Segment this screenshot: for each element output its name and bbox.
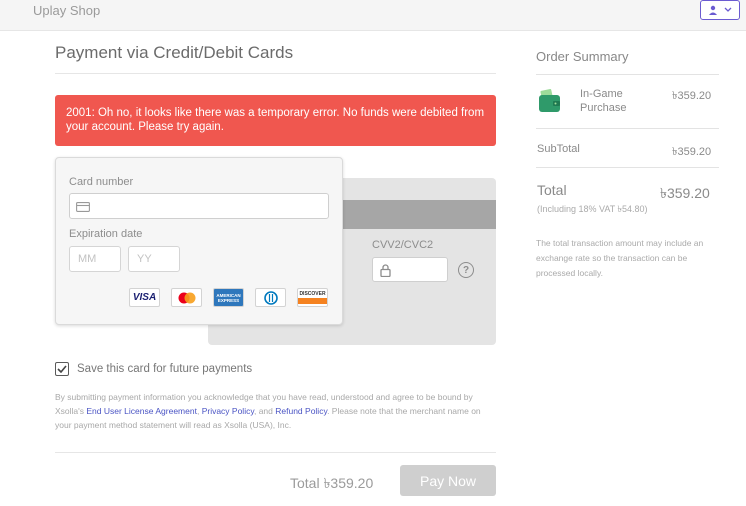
error-alert: 2001: Oh no, it looks like there was a t… [55, 95, 496, 146]
order-summary-title: Order Summary [536, 49, 629, 64]
card-number-label: Card number [69, 176, 134, 188]
summary-divider [536, 167, 719, 168]
expiry-year-input[interactable]: YY [128, 246, 180, 272]
lock-icon [380, 264, 391, 277]
subtotal-label: SubTotal [537, 143, 580, 155]
save-card-checkbox[interactable] [55, 362, 69, 376]
title-divider [55, 73, 496, 74]
legal-text: By submitting payment information you ac… [55, 390, 496, 432]
total-value: ৳359.20 [660, 185, 710, 201]
subtotal-value: ৳359.20 [672, 146, 712, 158]
footer-total: Total ৳359.20 [290, 475, 374, 491]
summary-item-label-line1: In-Game [580, 88, 623, 100]
card-brand-logos: VISA AMERICAN EXPRESS DISCOVER [129, 288, 328, 307]
footer-divider [55, 452, 496, 453]
summary-item-label-line2: Purchase [580, 102, 627, 114]
expiration-label: Expiration date [69, 228, 143, 240]
diners-club-logo [255, 288, 286, 307]
vat-note: (Including 18% VAT ৳54.80) [537, 204, 648, 214]
mastercard-logo [171, 288, 202, 307]
amex-logo: AMERICAN EXPRESS [213, 288, 244, 307]
shop-title: Uplay Shop [33, 3, 101, 18]
save-card-row[interactable]: Save this card for future payments [55, 362, 252, 376]
refund-policy-link[interactable]: Refund Policy [275, 406, 327, 416]
cvv-input[interactable] [372, 257, 448, 282]
cvv-label: CVV2/CVC2 [372, 239, 434, 251]
legal-separator: , and [253, 406, 276, 416]
page-title: Payment via Credit/Debit Cards [55, 43, 294, 62]
eula-link[interactable]: End User License Agreement [86, 406, 197, 416]
checkmark-icon [57, 365, 67, 373]
discover-logo: DISCOVER [297, 288, 328, 307]
privacy-policy-link[interactable]: Privacy Policy [202, 406, 254, 416]
expiry-month-input[interactable]: MM [69, 246, 121, 272]
wallet-icon [539, 89, 560, 112]
visa-logo: VISA [129, 288, 160, 307]
exchange-rate-note: The total transaction amount may include… [536, 238, 704, 278]
user-icon [709, 5, 717, 15]
pay-now-button[interactable]: Pay Now [400, 465, 496, 496]
chevron-down-icon [724, 7, 732, 12]
card-number-input[interactable] [69, 193, 329, 219]
summary-item-value: ৳359.20 [672, 90, 712, 102]
credit-card-icon [76, 202, 90, 212]
summary-divider [536, 128, 719, 129]
top-bar: Uplay Shop [0, 0, 746, 31]
help-icon[interactable]: ? [458, 262, 474, 278]
summary-item-label: In-Game Purchase [580, 87, 626, 115]
save-card-label: Save this card for future payments [77, 363, 253, 375]
summary-divider [536, 74, 719, 75]
total-label: Total [537, 182, 567, 198]
user-menu-button[interactable] [700, 0, 740, 20]
